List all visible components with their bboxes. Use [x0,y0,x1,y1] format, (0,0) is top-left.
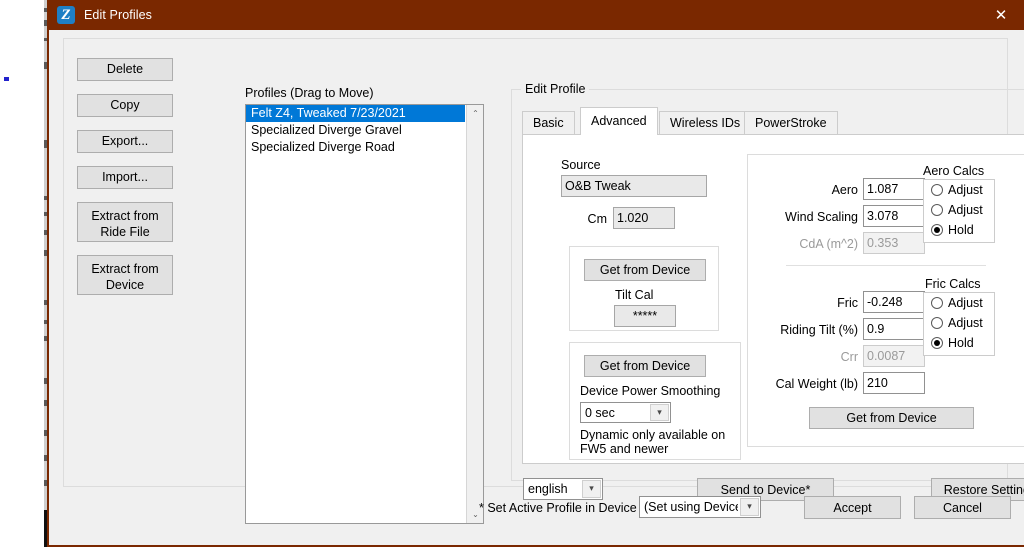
radio-icon [931,337,943,349]
active-profile-label: * Set Active Profile in Device [479,501,637,515]
delete-button[interactable]: Delete [77,58,173,81]
fric-adjust-1-radio[interactable]: Adjust [924,293,994,313]
power-smoothing-select[interactable]: 0 sec ▾ [580,402,671,423]
tab-wireless-ids[interactable]: Wireless IDs [659,111,752,134]
aero-adjust-1-label: Adjust [948,183,983,197]
cal-weight-label: Cal Weight (lb) [775,377,858,391]
aero-label: Aero [831,183,858,197]
edit-profile-legend: Edit Profile [521,82,590,96]
aero-calcs-title: Aero Calcs [923,164,985,178]
power-smoothing-panel: Get from Device Device Power Smoothing 0… [569,342,741,460]
extract-from-device-button[interactable]: Extract from Device [77,255,173,295]
tilt-cal-panel: Get from Device Tilt Cal ***** [569,246,719,331]
aero-hold-radio[interactable]: Hold [924,220,994,240]
cal-weight-field[interactable] [863,372,925,394]
list-item[interactable]: Felt Z4, Tweaked 7/23/2021 [246,105,465,122]
tilt-cal-field[interactable]: ***** [614,305,676,327]
cm-field[interactable]: 1.020 [613,207,675,229]
divider [786,265,986,266]
aero-adjust-1-radio[interactable]: Adjust [924,180,994,200]
profiles-list-label: Profiles (Drag to Move) [245,86,374,100]
cancel-button[interactable]: Cancel [914,496,1011,519]
fric-hold-label: Hold [948,336,974,350]
profiles-listbox[interactable]: Felt Z4, Tweaked 7/23/2021 Specialized D… [245,104,484,524]
tab-basic[interactable]: Basic [522,111,575,134]
dialog-footer: * Set Active Profile in Device (Set usin… [63,487,1011,537]
chevron-down-icon[interactable]: ▾ [740,498,759,516]
scroll-up-icon[interactable]: ⌃ [467,105,483,122]
list-item[interactable]: Specialized Diverge Gravel [246,122,465,139]
riding-tilt-label: Riding Tilt (%) [780,323,858,337]
radio-icon [931,297,943,309]
radio-icon [931,204,943,216]
fric-label: Fric [837,296,858,310]
app-icon: Z [57,6,75,24]
window-title: Edit Profiles [84,8,152,22]
tilt-cal-label: Tilt Cal [615,288,654,302]
fric-field[interactable] [863,291,925,313]
crr-label: Crr [840,350,858,364]
radio-icon [931,224,943,236]
profile-actions-column: Delete Copy Export... Import... Extract … [77,58,173,295]
profiles-scrollbar[interactable]: ⌃ ⌄ [466,105,483,523]
app-icon-glyph: Z [61,7,71,23]
aero-calcs-radio-group: Adjust Adjust Hold [923,179,995,243]
edit-profile-group: Edit Profile Basic Advanced Wireless IDs… [511,82,1024,501]
crr-field [863,345,925,367]
power-smoothing-value: 0 sec [585,405,615,420]
fric-calcs-radio-group: Adjust Adjust Hold [923,292,995,356]
tilt-get-from-device-button[interactable]: Get from Device [584,259,706,281]
fric-calcs-title: Fric Calcs [925,277,981,291]
tab-strip: Basic Advanced Wireless IDs PowerStroke [522,107,1024,135]
tab-advanced[interactable]: Advanced [580,107,658,135]
fric-hold-radio[interactable]: Hold [924,333,994,353]
fric-adjust-2-label: Adjust [948,316,983,330]
active-profile-value: (Set using Device) [644,500,738,514]
import-button[interactable]: Import... [77,166,173,189]
content-panel: Delete Copy Export... Import... Extract … [63,38,1024,524]
smoothing-note: Dynamic only available on FW5 and newer [580,428,726,456]
copy-button[interactable]: Copy [77,94,173,117]
aero-hold-label: Hold [948,223,974,237]
accept-button[interactable]: Accept [804,496,901,519]
radio-icon [931,184,943,196]
wind-scaling-field[interactable] [863,205,925,227]
aero-field[interactable] [863,178,925,200]
cda-label: CdA (m^2) [799,237,858,251]
source-label: Source [561,158,601,172]
aero-adjust-2-radio[interactable]: Adjust [924,200,994,220]
desktop-cursor-dot [4,77,9,81]
fric-get-from-device-button[interactable]: Get from Device [809,407,974,429]
fric-adjust-2-radio[interactable]: Adjust [924,313,994,333]
close-icon[interactable]: ✕ [978,0,1024,30]
chevron-down-icon[interactable]: ▾ [650,404,669,421]
aero-adjust-2-label: Adjust [948,203,983,217]
advanced-tab-page: Source O&B Tweak Cm 1.020 Get from Devic… [522,134,1024,464]
riding-tilt-field[interactable] [863,318,925,340]
extract-from-ride-file-button[interactable]: Extract from Ride File [77,202,173,242]
source-field[interactable]: O&B Tweak [561,175,707,197]
title-bar: Z Edit Profiles ✕ [49,0,1024,30]
wind-scaling-label: Wind Scaling [785,210,858,224]
screen: Z Edit Profiles ✕ Delete Copy Export... … [0,0,1024,547]
dialog-client-area: Delete Copy Export... Import... Extract … [49,30,1024,545]
cda-field [863,232,925,254]
profiles-list-items: Felt Z4, Tweaked 7/23/2021 Specialized D… [246,105,465,156]
device-power-smoothing-label: Device Power Smoothing [580,384,721,398]
smoothing-get-from-device-button[interactable]: Get from Device [584,355,706,377]
list-item[interactable]: Specialized Diverge Road [246,139,465,156]
radio-icon [931,317,943,329]
calcs-panel: Aero Calcs Aero Wind Scaling CdA (m^2) A… [747,154,1024,447]
tab-powerstroke[interactable]: PowerStroke [744,111,838,134]
active-profile-select[interactable]: (Set using Device) ▾ [639,496,761,518]
export-button[interactable]: Export... [77,130,173,153]
edit-profiles-window: Z Edit Profiles ✕ Delete Copy Export... … [47,0,1024,547]
fric-adjust-1-label: Adjust [948,296,983,310]
cm-label: Cm [587,212,607,226]
